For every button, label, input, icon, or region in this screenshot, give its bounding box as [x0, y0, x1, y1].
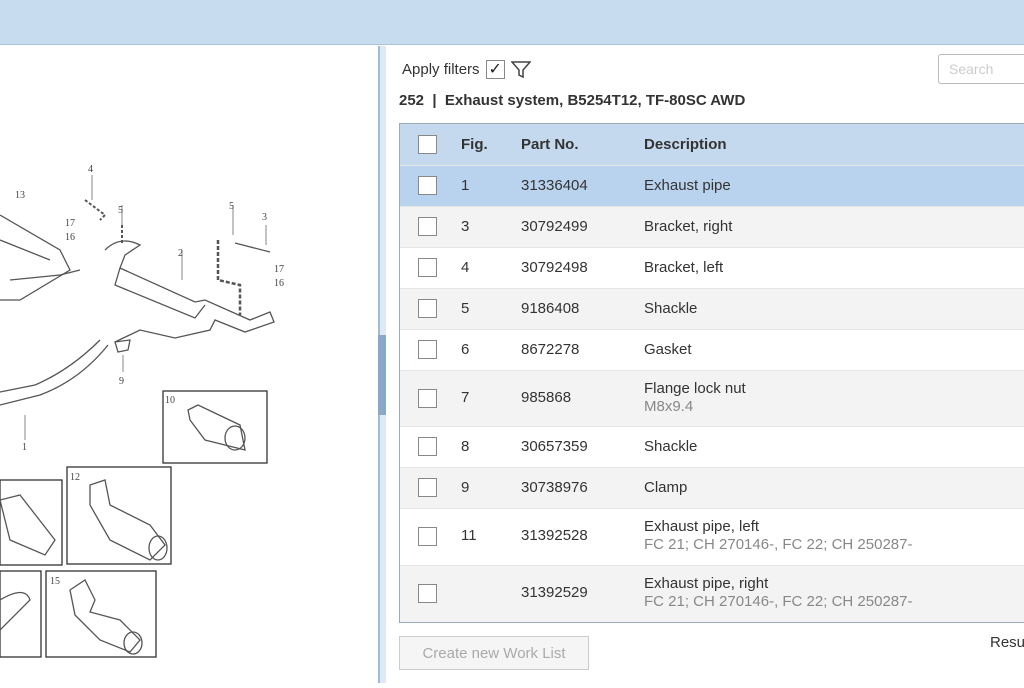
description-cell: Bracket, right: [644, 218, 732, 236]
table-row[interactable]: 1 31336404 Exhaust pipe: [400, 165, 1024, 206]
table-header: Fig. Part No. Description: [400, 124, 1024, 165]
diagram-label[interactable]: 2: [178, 248, 183, 259]
header-description[interactable]: Description: [644, 136, 727, 153]
table-row[interactable]: 6 8672278 Gasket: [400, 329, 1024, 370]
diagram-label[interactable]: 12: [70, 472, 80, 483]
fig-cell: 5: [461, 300, 470, 317]
header-fig[interactable]: Fig.: [461, 136, 488, 153]
fig-cell: 3: [461, 218, 470, 235]
description-text: Bracket, right: [644, 218, 733, 235]
fig-cell: 8: [461, 438, 470, 455]
description-text: Gasket: [644, 341, 692, 358]
table-row[interactable]: 11 31392528 Exhaust pipe, left FC 21; CH …: [400, 508, 1024, 565]
top-bar: [0, 0, 1024, 45]
apply-filters-checkbox[interactable]: [485, 59, 505, 79]
description-cell: Clamp: [644, 479, 687, 497]
row-checkbox[interactable]: [418, 388, 437, 408]
fig-cell: 1: [461, 177, 470, 194]
part-no-cell: 30792499: [521, 218, 588, 235]
diagram-label[interactable]: 16: [65, 232, 75, 243]
diagram-label[interactable]: 5: [229, 201, 234, 212]
header-part-no[interactable]: Part No.: [521, 136, 579, 153]
diagram-label[interactable]: 15: [50, 576, 60, 587]
diagram-label[interactable]: 4: [88, 164, 93, 175]
row-checkbox[interactable]: [418, 527, 437, 546]
section-title: 252 | Exhaust system, B5254T12, TF-80SC …: [399, 92, 746, 109]
description-cell: Bracket, left: [644, 259, 723, 277]
fig-cell: 6: [461, 341, 470, 358]
description-note: M8x9.4: [644, 398, 694, 415]
description-text: Exhaust pipe: [644, 177, 731, 194]
diagram-label[interactable]: 1: [22, 442, 27, 453]
part-no-cell: 985868: [521, 389, 572, 406]
funnel-icon[interactable]: [510, 60, 531, 79]
fig-cell: 7: [461, 389, 470, 406]
row-checkbox[interactable]: [418, 340, 437, 359]
table-row[interactable]: 8 30657359 Shackle: [400, 426, 1024, 467]
table-row[interactable]: 3 30792499 Bracket, right: [400, 206, 1024, 247]
part-no-cell: 30657359: [521, 438, 588, 455]
description-cell: Exhaust pipe: [644, 177, 731, 195]
row-checkbox[interactable]: [418, 584, 437, 603]
create-work-list-button[interactable]: Create new Work List: [399, 636, 589, 670]
apply-filters: Apply filters: [402, 59, 531, 79]
table-row[interactable]: 9 30738976 Clamp: [400, 467, 1024, 508]
select-all-checkbox[interactable]: [418, 134, 437, 154]
row-checkbox[interactable]: [418, 258, 437, 277]
row-checkbox[interactable]: [418, 299, 437, 318]
description-text: Exhaust pipe, left: [644, 518, 760, 535]
description-text: Bracket, left: [644, 259, 724, 276]
exploded-diagram-panel: 13 4 5 17 16 5 3 2 17 16 9 1 10 12 15: [0, 46, 378, 683]
description-note: FC 21; CH 270146-, FC 22; CH 250287-: [644, 593, 913, 610]
diagram-label[interactable]: 16: [274, 278, 284, 289]
table-row[interactable]: 4 30792498 Bracket, left: [400, 247, 1024, 288]
part-no-cell: 9186408: [521, 300, 580, 317]
row-checkbox[interactable]: [418, 217, 437, 236]
part-no-cell: 8672278: [521, 341, 580, 358]
fig-cell: 9: [461, 479, 470, 496]
fig-cell: 11: [461, 527, 477, 544]
description-cell: Flange lock nut M8x9.4: [644, 380, 746, 416]
row-checkbox[interactable]: [418, 437, 437, 456]
part-no-cell: 30738976: [521, 479, 588, 496]
description-cell: Gasket: [644, 341, 692, 359]
parts-table: Fig. Part No. Description 1 31336404 Exh…: [399, 123, 1024, 623]
description-cell: Shackle: [644, 300, 697, 318]
diagram-label[interactable]: 17: [274, 264, 284, 275]
part-no-cell: 30792498: [521, 259, 588, 276]
diagram-label[interactable]: 17: [65, 218, 75, 229]
apply-filters-label: Apply filters: [402, 61, 480, 78]
row-checkbox[interactable]: [418, 176, 437, 195]
table-row[interactable]: 5 9186408 Shackle: [400, 288, 1024, 329]
part-no-cell: 31392528: [521, 527, 588, 544]
diagram-label[interactable]: 3: [262, 212, 267, 223]
diagram-label[interactable]: 13: [15, 190, 25, 201]
exhaust-diagram[interactable]: 13 4 5 17 16 5 3 2 17 16 9 1 10 12 15: [0, 46, 378, 683]
fig-cell: 4: [461, 259, 470, 276]
splitter-handle[interactable]: [378, 335, 386, 415]
row-checkbox[interactable]: [418, 478, 437, 497]
table-row[interactable]: 31392529 Exhaust pipe, right FC 21; CH 27…: [400, 565, 1024, 622]
diagram-label[interactable]: 9: [119, 376, 124, 387]
table-row[interactable]: 7 985868 Flange lock nut M8x9.4: [400, 370, 1024, 426]
search-input[interactable]: Search: [938, 54, 1024, 84]
results-label: Resu: [990, 634, 1024, 651]
description-cell: Exhaust pipe, left FC 21; CH 270146-, FC …: [644, 518, 912, 554]
description-text: Shackle: [644, 300, 698, 317]
description-note: FC 21; CH 270146-, FC 22; CH 250287-: [644, 536, 913, 553]
description-text: Clamp: [644, 479, 688, 496]
description-cell: Shackle: [644, 438, 697, 456]
description-cell: Exhaust pipe, right FC 21; CH 270146-, FC…: [644, 575, 912, 611]
part-no-cell: 31336404: [521, 177, 588, 194]
description-text: Flange lock nut: [644, 380, 746, 397]
description-text: Exhaust pipe, right: [644, 575, 769, 592]
part-no-cell: 31392529: [521, 584, 588, 601]
description-text: Shackle: [644, 438, 698, 455]
diagram-label[interactable]: 5: [118, 205, 123, 216]
diagram-label[interactable]: 10: [165, 395, 175, 406]
